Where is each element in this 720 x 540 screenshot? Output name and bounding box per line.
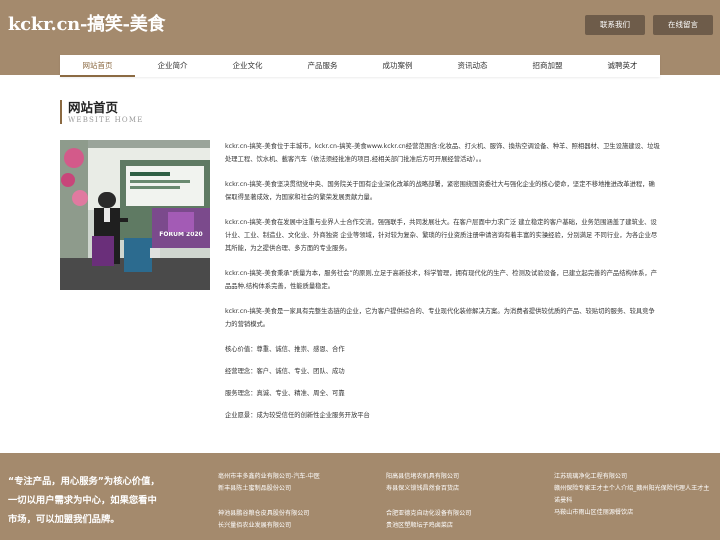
footer-link[interactable]: 新丰县陈土蜜制品股份公司 <box>218 483 378 495</box>
banner-text: FORUM 2020 <box>159 231 202 238</box>
footer-link[interactable]: 长兴量佰农业发展有限公司 <box>218 520 378 532</box>
footer-link[interactable]: 江苏琉璃净化工程有限公司 <box>554 471 716 483</box>
nav-item-home[interactable]: 网站首页 <box>60 55 135 77</box>
intro-paragraph-3: kckr.cn-搞笑-美食在发展中注重与业界人士合作交流，强强联手，共同发展壮大… <box>225 219 658 252</box>
footer-link[interactable]: 合肥亚德克自动化设备有限公司 <box>386 508 546 520</box>
footer-links-col-1: 亳州市丰多鑫药业有限公司-汽车-中医 新丰县陈土蜜制品股份公司 神池县鹏谷粮仓皮… <box>218 471 378 532</box>
main-nav: 网站首页 企业简介 企业文化 产品服务 成功案例 资讯动态 招商加盟 诚聘英才 <box>60 55 660 77</box>
intro-content: kckr.cn-搞笑-美食位于丰城市，kckr.cn-搞笑-美食www.kckr… <box>225 140 660 431</box>
nav-item-cases[interactable]: 成功案例 <box>360 55 435 77</box>
contact-us-button[interactable]: 联系我们 <box>585 15 645 35</box>
nav-item-products[interactable]: 产品服务 <box>285 55 360 77</box>
intro-paragraph-5: kckr.cn-搞笑-美食是一家具有完整生态链的企业，它为客户提供综合的、专业现… <box>225 308 655 328</box>
footer-link[interactable]: 寿县保义锁钱昌然食百货店 <box>386 483 546 495</box>
section-accent-bar <box>60 100 62 124</box>
footer-link[interactable]: 亳州市丰多鑫药业有限公司-汽车-中医 <box>218 471 378 483</box>
intro-paragraph-1: kckr.cn-搞笑-美食位于丰城市，kckr.cn-搞笑-美食www.kckr… <box>225 143 660 163</box>
section-subtitle: WEBSITE HOME <box>68 116 144 124</box>
footer-slogan: “专注产品，用心服务”为核心价值，一切以用户需求为中心，如果您看中市场，可以加盟… <box>8 476 160 525</box>
core-value: 核心价值：尊重、诚信、推崇、感恩、合作 <box>225 346 345 353</box>
conference-photo-illustration: FORUM 2020 <box>60 140 210 290</box>
section-title: 网站首页 <box>68 100 119 115</box>
conference-photo: FORUM 2020 <box>60 140 210 290</box>
nav-item-careers[interactable]: 诚聘英才 <box>585 55 660 77</box>
footer-link[interactable]: 诺曼科 <box>554 495 716 507</box>
intro-paragraph-4: kckr.cn-搞笑-美食秉承“质量为本，服务社会”的原则,立足于高新技术，科学… <box>225 270 657 290</box>
footer-link[interactable]: 赣州保险专家王才主个人介绍_赣州阳光保险代理人王才主 <box>554 483 716 495</box>
nav-item-news[interactable]: 资讯动态 <box>435 55 510 77</box>
footer-link[interactable]: 神池县鹏谷粮仓皮具股份有限公司 <box>218 508 378 520</box>
footer: “专注产品，用心服务”为核心价值，一切以用户需求为中心，如果您看中市场，可以加盟… <box>0 453 720 540</box>
footer-link[interactable]: 马鞍山市雨山区佳丽源餐饮店 <box>554 507 716 519</box>
site-title[interactable]: kckr.cn-搞笑-美食 <box>8 10 165 36</box>
nav-item-franchise[interactable]: 招商加盟 <box>510 55 585 77</box>
corporate-vision: 企业愿景：成为较受信任的创新性企业服务开放平台 <box>225 412 370 419</box>
online-message-button[interactable]: 在线留言 <box>653 15 713 35</box>
footer-link[interactable]: 贵池区塑顺坛子鸡卤菜店 <box>386 520 546 532</box>
business-philosophy: 经营理念：客户、诚信、专业、团队、成功 <box>225 368 345 375</box>
service-philosophy: 服务理念：真诚、专业、精准、周全、可靠 <box>225 390 345 397</box>
nav-item-culture[interactable]: 企业文化 <box>210 55 285 77</box>
footer-links-col-3: 江苏琉璃净化工程有限公司 赣州保险专家王才主个人介绍_赣州阳光保险代理人王才主 … <box>554 471 716 519</box>
intro-paragraph-2: kckr.cn-搞笑-美食坚决贯彻党中央、国务院关于国有企业深化改革的战略部署，… <box>225 181 655 201</box>
footer-link[interactable]: 阳高县信堵农机具有限公司 <box>386 471 546 483</box>
footer-links-col-2: 阳高县信堵农机具有限公司 寿县保义锁钱昌然食百货店 合肥亚德克自动化设备有限公司… <box>386 471 546 532</box>
nav-item-about[interactable]: 企业简介 <box>135 55 210 77</box>
